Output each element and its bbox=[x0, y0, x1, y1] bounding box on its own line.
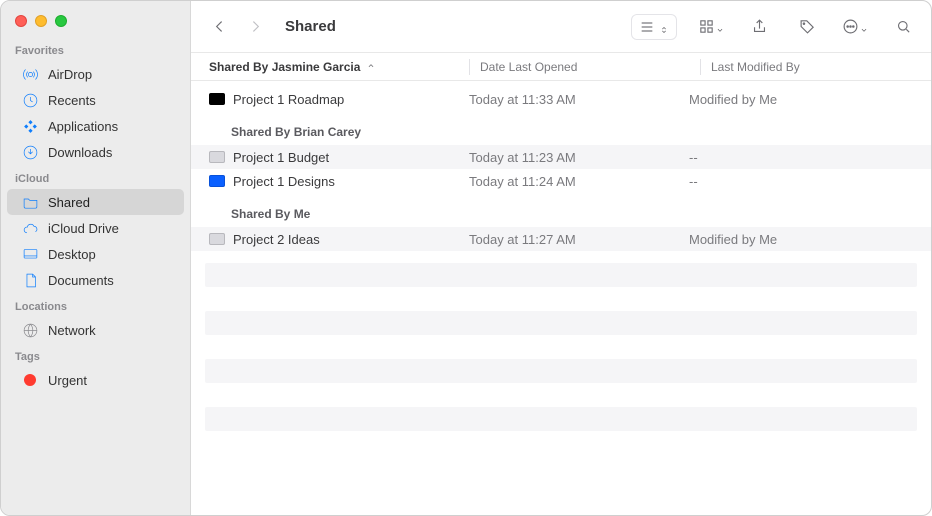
column-header-date[interactable]: Date Last Opened bbox=[480, 60, 700, 74]
file-name: Project 1 Roadmap bbox=[233, 92, 344, 107]
file-modified-by: Modified by Me bbox=[689, 232, 931, 247]
desktop-icon bbox=[21, 245, 39, 263]
sort-ascending-icon bbox=[366, 60, 376, 74]
more-button[interactable] bbox=[841, 13, 869, 41]
empty-row bbox=[205, 311, 917, 335]
sidebar-item-airdrop[interactable]: AirDrop bbox=[7, 61, 184, 87]
sidebar-item-label: Recents bbox=[48, 93, 96, 108]
file-icon bbox=[209, 175, 225, 187]
chevron-down-icon bbox=[715, 22, 725, 32]
file-date: Today at 11:24 AM bbox=[469, 174, 689, 189]
search-button[interactable] bbox=[889, 13, 917, 41]
sidebar-item-label: iCloud Drive bbox=[48, 221, 119, 236]
sidebar-item-label: Shared bbox=[48, 195, 90, 210]
sidebar-item-recents[interactable]: Recents bbox=[7, 87, 184, 113]
group-by-button[interactable] bbox=[697, 13, 725, 41]
column-header-modified-by[interactable]: Last Modified By bbox=[711, 60, 931, 74]
finder-window: Favorites AirDrop Recents Applications D… bbox=[0, 0, 932, 516]
file-modified-by: -- bbox=[689, 174, 931, 189]
minimize-window-button[interactable] bbox=[35, 15, 47, 27]
tag-icon bbox=[799, 18, 816, 35]
chevron-down-icon bbox=[859, 22, 869, 32]
sidebar-item-label: Desktop bbox=[48, 247, 96, 262]
file-row[interactable]: Project 2 Ideas Today at 11:27 AMModified… bbox=[191, 227, 931, 251]
file-name: Project 2 Ideas bbox=[233, 232, 320, 247]
empty-rows bbox=[191, 251, 931, 455]
column-header-name[interactable]: Shared By Jasmine Garcia bbox=[209, 60, 469, 74]
column-header-name-label: Shared By Jasmine Garcia bbox=[209, 60, 360, 74]
group-header: Shared By Me bbox=[191, 193, 931, 227]
file-date: Today at 11:33 AM bbox=[469, 92, 689, 107]
sidebar-item-documents[interactable]: Documents bbox=[7, 267, 184, 293]
file-row[interactable]: Project 1 Designs Today at 11:24 AM-- bbox=[191, 169, 931, 193]
sidebar-item-desktop[interactable]: Desktop bbox=[7, 241, 184, 267]
sidebar-item-applications[interactable]: Applications bbox=[7, 113, 184, 139]
file-name: Project 1 Budget bbox=[233, 150, 329, 165]
file-name: Project 1 Designs bbox=[233, 174, 335, 189]
sidebar-section-title-tags: Tags bbox=[1, 343, 190, 367]
close-window-button[interactable] bbox=[15, 15, 27, 27]
file-row[interactable]: Project 1 Roadmap Today at 11:33 AMModifi… bbox=[191, 87, 931, 111]
column-divider bbox=[469, 59, 470, 75]
share-icon bbox=[751, 18, 768, 35]
icloud-icon bbox=[21, 219, 39, 237]
empty-row bbox=[205, 407, 917, 431]
applications-icon bbox=[21, 117, 39, 135]
file-icon bbox=[209, 151, 225, 163]
empty-row bbox=[205, 359, 917, 383]
file-modified-by: -- bbox=[689, 150, 931, 165]
tag-dot-icon bbox=[21, 371, 39, 389]
toolbar: Shared bbox=[191, 1, 931, 53]
file-icon bbox=[209, 233, 225, 245]
view-mode-button[interactable] bbox=[631, 14, 677, 40]
file-row[interactable]: Project 1 Budget Today at 11:23 AM-- bbox=[191, 145, 931, 169]
empty-row bbox=[205, 263, 917, 287]
window-title: Shared bbox=[285, 18, 336, 35]
network-icon bbox=[21, 321, 39, 339]
file-date: Today at 11:23 AM bbox=[469, 150, 689, 165]
file-icon bbox=[209, 93, 225, 105]
more-icon bbox=[842, 18, 859, 35]
documents-icon bbox=[21, 271, 39, 289]
sidebar-item-label: Network bbox=[48, 323, 96, 338]
clock-icon bbox=[21, 91, 39, 109]
sidebar-item-downloads[interactable]: Downloads bbox=[7, 139, 184, 165]
forward-button[interactable] bbox=[241, 13, 269, 41]
sidebar-item-label: Documents bbox=[48, 273, 114, 288]
sidebar-item-label: Applications bbox=[48, 119, 118, 134]
sidebar-item-icloud-drive[interactable]: iCloud Drive bbox=[7, 215, 184, 241]
group-header: Shared By Brian Carey bbox=[191, 111, 931, 145]
sidebar-item-label: AirDrop bbox=[48, 67, 92, 82]
back-button[interactable] bbox=[205, 13, 233, 41]
zoom-window-button[interactable] bbox=[55, 15, 67, 27]
shared-folder-icon bbox=[21, 193, 39, 211]
column-divider bbox=[700, 59, 701, 75]
grid-group-icon bbox=[698, 18, 715, 35]
column-header-row: Shared By Jasmine Garcia Date Last Opene… bbox=[191, 53, 931, 81]
chevron-updown-icon bbox=[659, 22, 669, 32]
tags-button[interactable] bbox=[793, 13, 821, 41]
main-panel: Shared bbox=[191, 1, 931, 515]
sidebar: Favorites AirDrop Recents Applications D… bbox=[1, 1, 191, 515]
sidebar-item-network[interactable]: Network bbox=[7, 317, 184, 343]
sidebar-section-title-favorites: Favorites bbox=[1, 37, 190, 61]
share-button[interactable] bbox=[745, 13, 773, 41]
sidebar-section-title-locations: Locations bbox=[1, 293, 190, 317]
downloads-icon bbox=[21, 143, 39, 161]
sidebar-item-label: Downloads bbox=[48, 145, 112, 160]
window-controls bbox=[1, 7, 190, 37]
file-date: Today at 11:27 AM bbox=[469, 232, 689, 247]
file-modified-by: Modified by Me bbox=[689, 92, 931, 107]
sidebar-section-title-icloud: iCloud bbox=[1, 165, 190, 189]
sidebar-item-tag-urgent[interactable]: Urgent bbox=[7, 367, 184, 393]
file-list: Project 1 RoadmapToday at 11:33 AMModifi… bbox=[191, 81, 931, 251]
list-view-icon bbox=[639, 19, 655, 35]
sidebar-item-shared[interactable]: Shared bbox=[7, 189, 184, 215]
sidebar-item-label: Urgent bbox=[48, 373, 87, 388]
search-icon bbox=[895, 18, 912, 35]
airdrop-icon bbox=[21, 65, 39, 83]
